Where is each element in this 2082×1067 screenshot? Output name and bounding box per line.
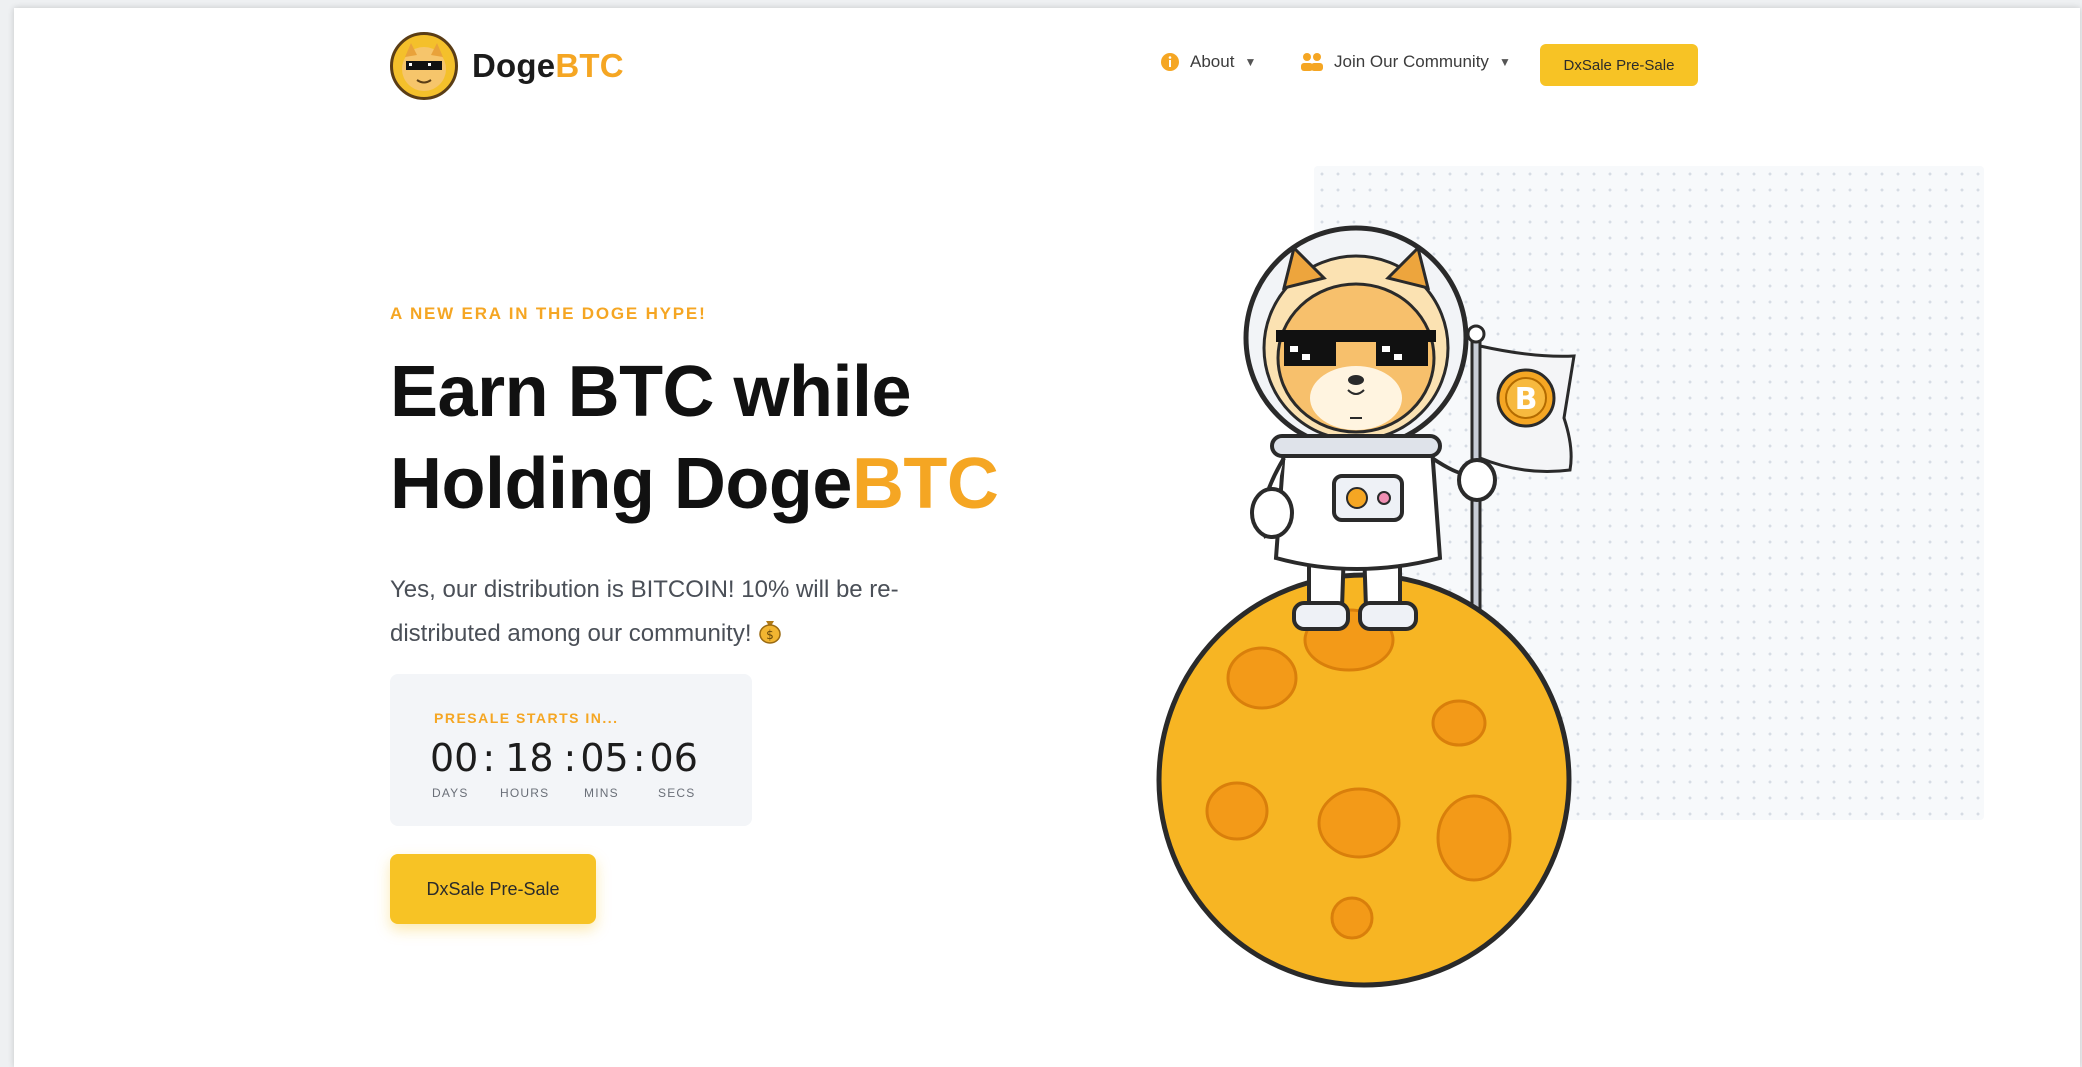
header-presale-button[interactable]: DxSale Pre-Sale [1540, 44, 1698, 86]
doge-astronaut-illustration: B [1144, 208, 1664, 1003]
nav-item-community[interactable]: Join Our Community ▼ [1300, 52, 1511, 72]
info-icon [1160, 52, 1180, 72]
headline-line-1: Earn BTC while [390, 352, 912, 432]
countdown-mins: 05 [580, 736, 629, 780]
countdown-label: PRESALE STARTS IN... [434, 710, 619, 726]
countdown-separator: : [632, 736, 646, 780]
hero-presale-button[interactable]: DxSale Pre-Sale [390, 854, 596, 924]
chevron-down-icon: ▼ [1244, 55, 1257, 69]
doge-logo-icon [390, 32, 458, 100]
hours-unit-label: HOURS [500, 786, 550, 800]
nav-community-label: Join Our Community [1334, 52, 1489, 71]
chevron-down-icon: ▼ [1498, 55, 1511, 69]
presale-countdown: PRESALE STARTS IN... 00 : 18 : 05 : 06 D… [390, 674, 752, 826]
brand-logo[interactable]: DogeBTC [390, 32, 624, 100]
nav-about-label: About [1190, 52, 1235, 71]
svg-text:$: $ [766, 628, 774, 642]
countdown-separator: : [482, 736, 496, 780]
headline-line-2: Holding DogeBTC [390, 444, 999, 524]
bitcoin-icon: B [1496, 368, 1556, 428]
community-icon [1300, 52, 1324, 72]
hero-subtext: Yes, our distribution is BITCOIN! 10% wi… [390, 568, 950, 659]
days-unit-label: DAYS [432, 786, 469, 800]
brand-name: DogeBTC [472, 47, 624, 84]
countdown-values: 00 : 18 : 05 : 06 [430, 736, 698, 780]
nav-item-about[interactable]: About ▼ [1160, 52, 1256, 72]
countdown-secs: 06 [649, 736, 698, 780]
hero-headline: Earn BTC while Holding DogeBTC [390, 346, 999, 530]
secs-unit-label: SECS [658, 786, 696, 800]
page: DogeBTC About ▼ Join Our Community ▼ DxS… [14, 8, 2080, 1067]
countdown-days: 00 [430, 736, 479, 780]
countdown-hours: 18 [505, 736, 554, 780]
mins-unit-label: MINS [584, 786, 619, 800]
money-bag-icon: $ [758, 615, 782, 659]
countdown-separator: : [563, 736, 577, 780]
hero-eyebrow: A NEW ERA IN THE DOGE HYPE! [390, 304, 707, 323]
svg-text:B: B [1515, 382, 1538, 417]
